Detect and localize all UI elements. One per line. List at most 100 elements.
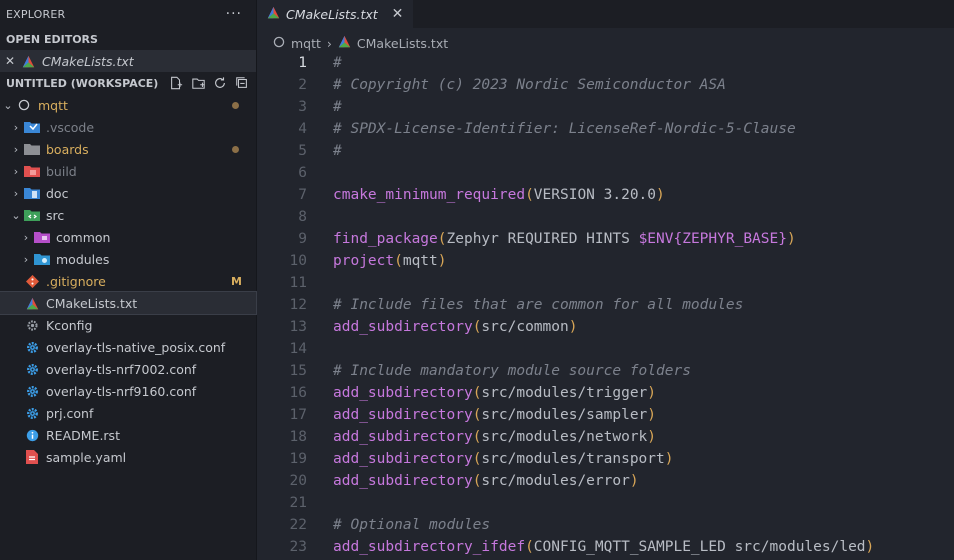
- code-line[interactable]: 20 add_subdirectory(src/modules/error): [257, 470, 954, 492]
- repo-circle-icon: [273, 36, 285, 51]
- code-line[interactable]: 7 cmake_minimum_required(VERSION 3.20.0): [257, 184, 954, 206]
- root-folder-label: mqtt: [38, 97, 68, 113]
- refresh-icon[interactable]: [212, 75, 228, 91]
- open-editors-label: OPEN EDITORS: [6, 32, 98, 46]
- tree-label: boards: [46, 141, 89, 157]
- breadcrumb-file[interactable]: CMakeLists.txt: [357, 36, 448, 51]
- line-number: 11: [289, 275, 307, 291]
- tree-folder-vscode[interactable]: › .vscode: [0, 116, 256, 138]
- open-editor-item[interactable]: ✕ CMakeLists.txt: [0, 50, 256, 72]
- tree-folder-common[interactable]: › common: [0, 226, 256, 248]
- new-folder-icon[interactable]: [190, 75, 206, 91]
- tree-file-cmakelists[interactable]: CMakeLists.txt: [0, 291, 257, 315]
- vscode-window: EXPLORER ··· OPEN EDITORS ✕ CMakeLists.t…: [0, 0, 954, 560]
- collapse-all-icon[interactable]: [234, 75, 250, 91]
- code-line[interactable]: 8: [257, 206, 954, 228]
- breadcrumb: mqtt › CMakeLists.txt: [257, 32, 954, 54]
- line-number: 6: [298, 165, 307, 181]
- more-actions-icon[interactable]: ···: [226, 6, 242, 22]
- tree-folder-build[interactable]: › build: [0, 160, 256, 182]
- code-line[interactable]: 6: [257, 162, 954, 184]
- line-text: # SPDX-License-Identifier: LicenseRef-No…: [333, 121, 796, 137]
- workspace-section[interactable]: UNTITLED (WORKSPACE): [0, 72, 256, 94]
- close-tab-icon[interactable]: ✕: [392, 6, 404, 22]
- chevron-right-icon: ›: [13, 120, 19, 134]
- code-line[interactable]: 22 # Optional modules: [257, 514, 954, 536]
- tab-label: CMakeLists.txt: [286, 6, 378, 22]
- explorer-header: EXPLORER ···: [0, 0, 256, 28]
- code-line[interactable]: 10 project(mqtt): [257, 250, 954, 272]
- code-line[interactable]: 17 add_subdirectory(src/modules/sampler): [257, 404, 954, 426]
- code-line[interactable]: 1 #: [257, 52, 954, 74]
- modified-dot: [232, 101, 239, 109]
- code-editor[interactable]: 1 #2 # Copyright (c) 2023 Nordic Semicondu…: [257, 52, 954, 560]
- code-line[interactable]: 3 #: [257, 96, 954, 118]
- tree-label: common: [56, 229, 111, 245]
- settings-gear-icon: [24, 383, 40, 399]
- line-text: # Optional modules: [333, 517, 491, 533]
- line-number: 2: [298, 77, 307, 93]
- line-text: add_subdirectory(src/modules/network): [333, 429, 657, 445]
- code-line[interactable]: 4 # SPDX-License-Identifier: LicenseRef-N…: [257, 118, 954, 140]
- line-number: 9: [298, 231, 307, 247]
- line-text: cmake_minimum_required(VERSION 3.20.0): [333, 187, 665, 203]
- code-line[interactable]: 16 add_subdirectory(src/modules/trigger): [257, 382, 954, 404]
- tree-file-overlay-native-posix[interactable]: overlay-tls-native_posix.conf: [0, 336, 256, 358]
- line-text: project(mqtt): [333, 253, 447, 269]
- tree-file-overlay-nrf9160[interactable]: overlay-tls-nrf9160.conf: [0, 380, 256, 402]
- tree-folder-doc[interactable]: › doc: [0, 182, 256, 204]
- code-line[interactable]: 11: [257, 272, 954, 294]
- code-line[interactable]: 18 add_subdirectory(src/modules/network): [257, 426, 954, 448]
- code-line[interactable]: 14: [257, 338, 954, 360]
- new-file-icon[interactable]: [168, 75, 184, 91]
- line-number: 13: [289, 319, 307, 335]
- build-folder-icon: [24, 163, 40, 179]
- tab-cmakelists[interactable]: CMakeLists.txt ✕: [257, 0, 414, 28]
- code-line[interactable]: 23 add_subdirectory_ifdef(CONFIG_MQTT_SAM…: [257, 536, 954, 558]
- modified-dot: [232, 145, 239, 153]
- chevron-right-icon: ›: [13, 142, 19, 156]
- workspace-label: UNTITLED (WORKSPACE): [6, 76, 159, 90]
- tree-folder-boards[interactable]: › boards: [0, 138, 256, 160]
- tree-file-readme[interactable]: README.rst: [0, 424, 256, 446]
- code-line[interactable]: 5 #: [257, 140, 954, 162]
- cmake-icon: [338, 35, 351, 51]
- code-line[interactable]: 9 find_package(Zephyr REQUIRED HINTS $ENV…: [257, 228, 954, 250]
- line-text: add_subdirectory(src/common): [333, 319, 578, 335]
- git-icon: [24, 273, 40, 289]
- tree-folder-src[interactable]: ⌄ src: [0, 204, 256, 226]
- line-number: 18: [289, 429, 307, 445]
- code-line[interactable]: 2 # Copyright (c) 2023 Nordic Semiconduct…: [257, 74, 954, 96]
- chevron-down-icon: ⌄: [3, 98, 13, 112]
- line-text: add_subdirectory(src/modules/transport): [333, 451, 674, 467]
- code-line[interactable]: 21: [257, 492, 954, 514]
- code-line[interactable]: 15 # Include mandatory module source fold…: [257, 360, 954, 382]
- open-editors-section[interactable]: OPEN EDITORS: [0, 28, 256, 50]
- close-editor-icon[interactable]: ✕: [0, 54, 20, 68]
- line-number: 15: [289, 363, 307, 379]
- tree-file-gitignore[interactable]: .gitignore M: [0, 270, 256, 292]
- tree-file-prj-conf[interactable]: prj.conf: [0, 402, 256, 424]
- tree-file-kconfig[interactable]: Kconfig: [0, 314, 256, 336]
- line-number: 16: [289, 385, 307, 401]
- tree-label: overlay-tls-nrf7002.conf: [46, 361, 197, 377]
- line-text: #: [333, 55, 342, 71]
- info-icon: [24, 427, 40, 443]
- root-folder-mqtt[interactable]: ⌄ mqtt: [0, 94, 256, 116]
- line-text: find_package(Zephyr REQUIRED HINTS $ENV{…: [333, 231, 796, 247]
- git-modified-badge: M: [231, 274, 242, 288]
- code-line[interactable]: 12 # Include files that are common for al…: [257, 294, 954, 316]
- tree-label: overlay-tls-native_posix.conf: [46, 339, 226, 355]
- editor-tabbar: CMakeLists.txt ✕: [257, 0, 954, 28]
- line-number: 8: [298, 209, 307, 225]
- tree-file-sample-yaml[interactable]: sample.yaml: [0, 446, 256, 468]
- breadcrumb-folder[interactable]: mqtt: [291, 36, 321, 51]
- tree-file-overlay-nrf7002[interactable]: overlay-tls-nrf7002.conf: [0, 358, 256, 380]
- line-text: add_subdirectory_ifdef(CONFIG_MQTT_SAMPL…: [333, 539, 875, 555]
- line-text: #: [333, 99, 342, 115]
- tree-folder-modules[interactable]: › modules: [0, 248, 256, 270]
- code-line[interactable]: 19 add_subdirectory(src/modules/transport…: [257, 448, 954, 470]
- line-text: add_subdirectory(src/modules/trigger): [333, 385, 657, 401]
- chevron-right-icon: ›: [13, 164, 19, 178]
- code-line[interactable]: 13 add_subdirectory(src/common): [257, 316, 954, 338]
